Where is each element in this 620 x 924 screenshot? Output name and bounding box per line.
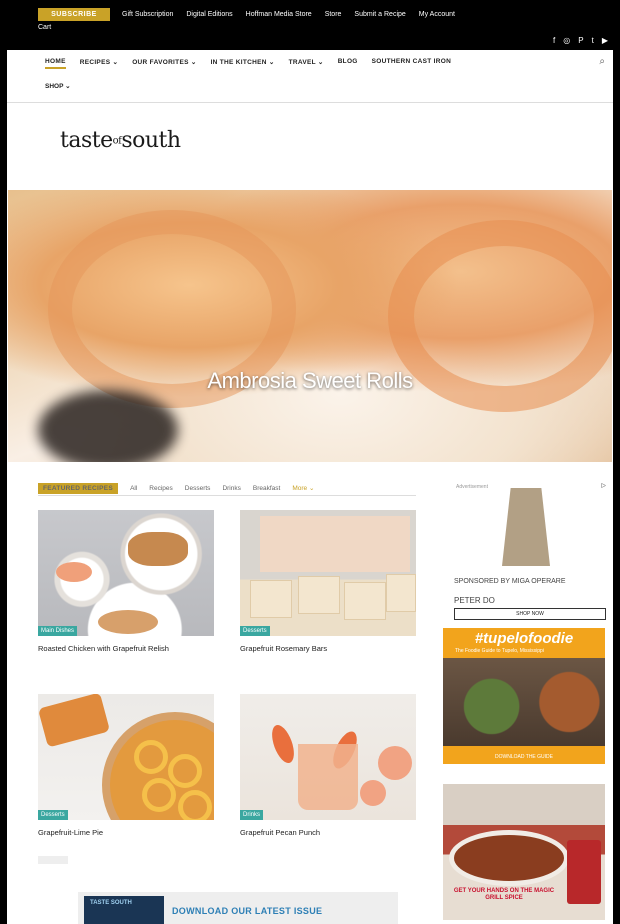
food-shape: [168, 754, 202, 788]
food-shape: [260, 516, 410, 572]
food-shape: [128, 532, 188, 566]
ad-food-image: [443, 658, 605, 746]
food-shape: [298, 744, 358, 810]
food-shape: [386, 574, 416, 612]
social-icons: f ◎ P t ▶: [553, 36, 608, 45]
magazine-cover-title: TASTE SOUTH: [90, 900, 132, 906]
hero-title[interactable]: Ambrosia Sweet Rolls: [8, 368, 612, 394]
tab-more-dropdown[interactable]: More ⌄: [292, 484, 314, 492]
food-shape: [178, 790, 212, 820]
site-logo[interactable]: tasteofsouth: [60, 128, 181, 153]
top-link-hoffman-media-store[interactable]: Hoffman Media Store: [246, 8, 312, 21]
ad-choices-icon[interactable]: ᐅ: [601, 482, 606, 490]
top-link-gift-subscription[interactable]: Gift Subscription: [122, 8, 173, 21]
download-issue-link[interactable]: DOWNLOAD OUR LATEST ISSUE: [172, 906, 322, 916]
food-shape: [56, 562, 92, 582]
tab-desserts[interactable]: Desserts: [185, 485, 211, 492]
tab-recipes[interactable]: Recipes: [149, 485, 172, 492]
pinterest-icon[interactable]: P: [578, 36, 583, 45]
food-shape: [134, 740, 168, 774]
nav-row: HOME RECIPES ⌄ OUR FAVORITES ⌄ IN THE KI…: [45, 58, 451, 69]
food-shape: [250, 580, 292, 618]
recipe-image[interactable]: Drinks: [240, 694, 416, 820]
ad-brand: PETER DO: [454, 596, 495, 605]
nav-item-home[interactable]: HOME: [45, 58, 66, 69]
ad-product-image[interactable]: [502, 488, 550, 566]
food-shape: [98, 610, 158, 634]
recipe-card[interactable]: Desserts Grapefruit-Lime Pie: [38, 694, 214, 838]
recipe-card[interactable]: Drinks Grapefruit Pecan Punch: [240, 694, 416, 838]
recipe-title[interactable]: Grapefruit-Lime Pie: [38, 827, 214, 838]
logo-text-south: south: [121, 128, 181, 153]
recipe-title[interactable]: Roasted Chicken with Grapefruit Relish: [38, 643, 214, 654]
nav-item-southern-cast-iron[interactable]: SOUTHERN CAST IRON: [372, 58, 451, 69]
ad-tupelo-foodie[interactable]: #tupelofoodie The Foodie Guide to Tupelo…: [443, 628, 605, 764]
nav-item-blog[interactable]: BLOG: [338, 58, 358, 69]
recipe-image[interactable]: Desserts: [38, 694, 214, 820]
nav-item-shop[interactable]: SHOP ⌄: [45, 82, 71, 90]
recipe-title[interactable]: Grapefruit Pecan Punch: [240, 827, 416, 838]
ad-food-image: [449, 830, 569, 886]
ad-cta[interactable]: DOWNLOAD THE GUIDE: [443, 754, 605, 760]
recipe-image[interactable]: Main Dishes: [38, 510, 214, 636]
nav-item-our-favorites[interactable]: OUR FAVORITES ⌄: [132, 58, 196, 69]
recipe-tabs: FEATURED RECIPES All Recipes Desserts Dr…: [38, 481, 416, 496]
top-link-digital-editions[interactable]: Digital Editions: [186, 8, 232, 21]
category-badge[interactable]: Desserts: [240, 626, 270, 636]
food-shape: [378, 746, 412, 780]
food-shape: [142, 778, 176, 812]
top-link-store[interactable]: Store: [325, 8, 342, 21]
ad-product-image: [567, 840, 601, 904]
tab-featured-recipes[interactable]: FEATURED RECIPES: [38, 482, 119, 494]
food-shape: [267, 722, 299, 766]
ad-shop-button[interactable]: SHOP NOW: [454, 608, 606, 620]
tab-breakfast[interactable]: Breakfast: [253, 485, 280, 492]
recipe-title[interactable]: Grapefruit Rosemary Bars: [240, 643, 416, 654]
pagination-placeholder: [38, 856, 68, 864]
food-shape: [360, 780, 386, 806]
ad-subtitle: The Foodie Guide to Tupelo, Mississippi: [455, 648, 544, 654]
tab-all[interactable]: All: [130, 485, 137, 492]
category-badge[interactable]: Desserts: [38, 810, 68, 820]
facebook-icon[interactable]: f: [553, 36, 555, 45]
subscribe-button[interactable]: SUBSCRIBE: [38, 8, 110, 21]
main-nav: HOME RECIPES ⌄ OUR FAVORITES ⌄ IN THE KI…: [7, 50, 613, 103]
search-icon[interactable]: ⌕: [599, 56, 605, 67]
ad-sponsor-text: SPONSORED BY MIGA OPERARE: [454, 578, 566, 585]
recipe-card[interactable]: Main Dishes Roasted Chicken with Grapefr…: [38, 510, 214, 654]
category-badge[interactable]: Drinks: [240, 810, 264, 820]
food-shape: [344, 582, 386, 620]
youtube-icon[interactable]: ▶: [602, 36, 608, 45]
category-badge[interactable]: Main Dishes: [38, 626, 78, 636]
recipe-card[interactable]: Desserts Grapefruit Rosemary Bars: [240, 510, 416, 654]
twitter-icon[interactable]: t: [592, 36, 594, 45]
nav-item-travel[interactable]: TRAVEL ⌄: [289, 58, 324, 69]
nav-item-in-the-kitchen[interactable]: IN THE KITCHEN ⌄: [211, 58, 275, 69]
ad-headline: GET YOUR HANDS ON THE MAGIC GRILL SPICE: [453, 888, 555, 901]
tab-drinks[interactable]: Drinks: [222, 485, 240, 492]
recipe-image[interactable]: Desserts: [240, 510, 416, 636]
ad-sponsored-product[interactable]: Advertisement ᐅ SPONSORED BY MIGA OPERAR…: [444, 478, 608, 626]
nav-item-recipes[interactable]: RECIPES ⌄: [80, 58, 119, 69]
food-shape: [38, 694, 111, 748]
ad-grill-spice[interactable]: GET YOUR HANDS ON THE MAGIC GRILL SPICE: [443, 784, 605, 920]
ad-label: Advertisement: [456, 484, 488, 490]
top-link-my-account[interactable]: My Account: [419, 8, 455, 21]
instagram-icon[interactable]: ◎: [563, 36, 570, 45]
hero-image-shadow: [38, 390, 178, 462]
top-links: Gift Subscription Digital Editions Hoffm…: [122, 8, 455, 21]
ad-hashtag: #tupelofoodie: [474, 630, 574, 647]
magazine-banner[interactable]: TASTE SOUTH DOWNLOAD OUR LATEST ISSUE: [78, 892, 398, 924]
cart-link[interactable]: Cart: [38, 24, 51, 31]
top-bar: SUBSCRIBE Gift Subscription Digital Edit…: [0, 0, 620, 50]
top-link-submit-recipe[interactable]: Submit a Recipe: [354, 8, 405, 21]
logo-text-taste: taste: [60, 128, 113, 153]
hero-banner[interactable]: Ambrosia Sweet Rolls: [8, 190, 612, 462]
food-shape: [298, 576, 340, 614]
